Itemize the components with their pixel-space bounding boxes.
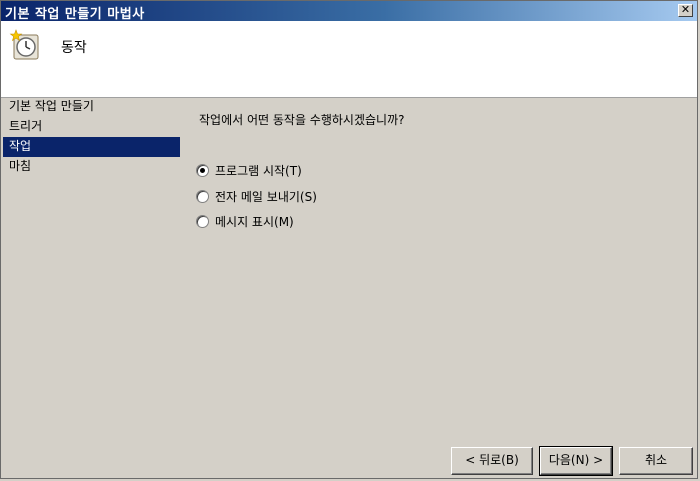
option-start-program[interactable]: 프로그램 시작(T)	[196, 161, 302, 179]
action-question: 작업에서 어떤 동작을 수행하시겠습니까?	[199, 113, 405, 127]
step-trigger[interactable]: 트리거	[3, 117, 180, 137]
wizard-window: 기본 작업 만들기 마법사 ✕ 동작 기본 작업 만들기 트리거 작업 마침 작…	[0, 0, 698, 479]
next-button[interactable]: 다음(N) >	[539, 446, 613, 476]
step-action[interactable]: 작업	[3, 137, 180, 157]
wizard-header: 동작	[1, 21, 697, 98]
cancel-button[interactable]: 취소	[619, 447, 693, 475]
radio-start-program[interactable]	[196, 163, 209, 177]
page-title: 동작	[61, 40, 87, 56]
close-button[interactable]: ✕	[678, 4, 693, 17]
radio-display-message[interactable]	[196, 214, 209, 228]
option-label: 전자 메일 보내기(S)	[215, 189, 317, 204]
step-create-basic-task[interactable]: 기본 작업 만들기	[3, 97, 180, 117]
option-send-email[interactable]: 전자 메일 보내기(S)	[196, 187, 317, 205]
option-display-message[interactable]: 메시지 표시(M)	[196, 212, 294, 230]
step-finish[interactable]: 마침	[3, 157, 180, 177]
option-label: 메시지 표시(M)	[215, 214, 294, 229]
option-label: 프로그램 시작(T)	[215, 163, 302, 178]
back-button[interactable]: < 뒤로(B)	[451, 447, 533, 475]
radio-send-email[interactable]	[196, 189, 209, 203]
window-title: 기본 작업 만들기 마법사	[5, 7, 145, 22]
title-bar: 기본 작업 만들기 마법사 ✕	[1, 1, 697, 22]
action-panel: 작업에서 어떤 동작을 수행하시겠습니까? 프로그램 시작(T) 전자 메일 보…	[196, 111, 405, 229]
wizard-steps: 기본 작업 만들기 트리거 작업 마침	[3, 97, 180, 177]
clock-star-icon	[9, 29, 39, 60]
